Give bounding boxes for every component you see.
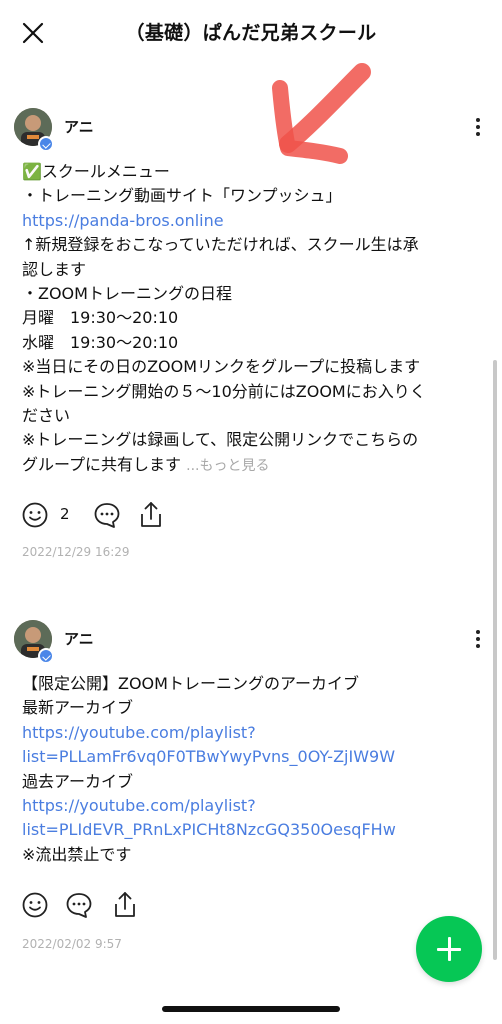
post-line: グループに共有します [22, 454, 182, 474]
verified-badge-icon [38, 136, 54, 152]
post-line: ※流出禁止です [22, 844, 132, 864]
more-options-button[interactable] [470, 630, 486, 652]
author-name: アニ [64, 118, 94, 136]
post-timestamp: 2022/02/02 9:57 [22, 937, 122, 951]
post-body: 【限定公開】ZOOMトレーニングのアーカイブ 最新アーカイブ https://y… [22, 672, 482, 867]
post-link[interactable]: list=PLLamFr6vq0F0TBwYwyPvns_0OY-ZjIW9W [22, 745, 482, 769]
home-indicator[interactable] [162, 1006, 340, 1012]
red-arrow-annotation [272, 63, 371, 164]
post-line: ※トレーニング開始の５～10分前にはZOOMにお入りく [22, 381, 426, 401]
verified-badge-icon [38, 648, 54, 664]
post-link[interactable]: list=PLIdEVR_PRnLxPICHt8NzcGQ350OesqFHw [22, 818, 482, 842]
post-line: 月曜 19:30～20:10 [22, 308, 179, 328]
post-line: ↑新規登録をおこなっていただければ、スクール生は承 [22, 235, 419, 255]
reaction-button[interactable] [20, 890, 50, 920]
post-timestamp: 2022/12/29 16:29 [22, 545, 130, 559]
header-bar: （基礎）ぱんだ兄弟スクール [0, 0, 502, 64]
post-line: ・トレーニング動画サイト「ワンプッシュ」 [22, 186, 342, 206]
comment-icon [66, 893, 92, 918]
post-actions: 2 [20, 500, 220, 530]
post-line: 水曜 19:30～20:10 [22, 332, 179, 352]
post-line: ※トレーニングは録画して、限定公開リンクでこちらの [22, 430, 419, 450]
share-icon [115, 892, 135, 917]
post-line: ださい [22, 406, 71, 426]
post-line: 過去アーカイブ [22, 771, 134, 791]
post-line: 認します [22, 259, 87, 279]
share-button[interactable] [110, 890, 140, 920]
author-name: アニ [64, 630, 94, 648]
post-line-last: グループに共有します ...もっと見る [22, 453, 482, 478]
post-line: 【限定公開】ZOOMトレーニングのアーカイブ [22, 674, 359, 693]
post-line: 最新アーカイブ [22, 698, 134, 718]
add-post-button[interactable] [416, 916, 482, 982]
see-more-link[interactable]: ...もっと見る [186, 458, 269, 474]
comment-button[interactable] [92, 500, 122, 530]
post-body: ✅スクールメニュー ・トレーニング動画サイト「ワンプッシュ」 https://p… [22, 160, 482, 478]
scrollbar[interactable] [493, 360, 497, 960]
reaction-button[interactable] [20, 500, 50, 530]
smiley-icon [22, 502, 48, 528]
post-line: ※当日にその日のZOOMリンクをグループに投稿します [22, 357, 421, 377]
post-line: ✅スクールメニュー [22, 162, 170, 181]
reaction-count: 2 [60, 505, 70, 523]
post-line: ・ZOOMトレーニングの日程 [22, 284, 232, 304]
smiley-icon [22, 892, 48, 918]
comment-icon [94, 503, 120, 528]
page-title: （基礎）ぱんだ兄弟スクール [125, 22, 377, 44]
share-button[interactable] [136, 500, 166, 530]
post-link[interactable]: https://youtube.com/playlist? [22, 794, 482, 818]
post-link[interactable]: https://panda-bros.online [22, 209, 482, 233]
post-actions [20, 890, 220, 920]
share-icon [141, 502, 161, 527]
more-options-button[interactable] [470, 118, 486, 140]
post-link[interactable]: https://youtube.com/playlist? [22, 721, 482, 745]
comment-button[interactable] [64, 890, 94, 920]
